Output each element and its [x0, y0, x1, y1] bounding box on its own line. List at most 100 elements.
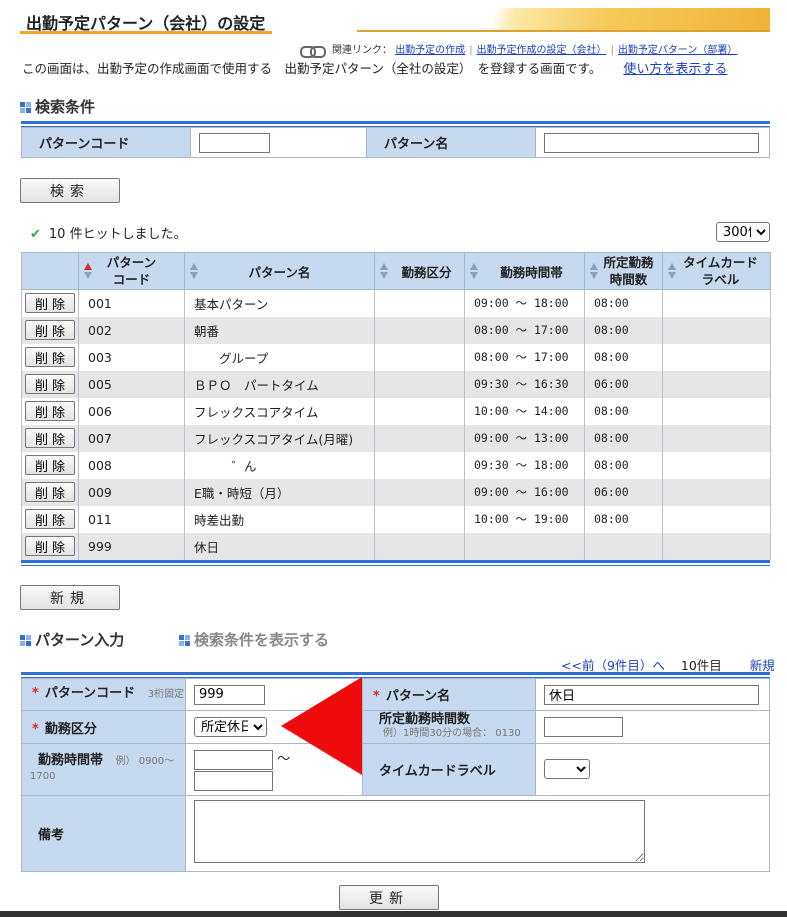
header-time[interactable]: 勤務時間帯 — [464, 252, 585, 290]
search-name-label: パターン名 — [366, 127, 536, 158]
delete-button[interactable]: 削除 — [25, 536, 75, 556]
row-name: フレックスコアタイム(月曜) — [184, 424, 375, 452]
delete-button[interactable]: 削除 — [25, 347, 75, 367]
entry-code-label-cell: * パターンコード 3桁固定 — [21, 678, 186, 711]
row-kubun — [374, 289, 465, 317]
delete-cell: 削除 — [21, 451, 79, 479]
entry-memo-label-cell: 備考 — [21, 794, 186, 872]
row-kubun — [374, 478, 465, 506]
delete-cell: 削除 — [21, 289, 79, 317]
search-button[interactable]: 検索 — [20, 178, 120, 203]
sort-icon — [190, 263, 198, 281]
delete-button[interactable]: 削除 — [25, 455, 75, 475]
page-size-select[interactable]: 300件 — [716, 222, 770, 242]
row-kubun — [374, 397, 465, 425]
row-name: フレックスコアタイム — [184, 397, 375, 425]
search-code-label: パターンコード — [21, 127, 191, 158]
show-search-link[interactable]: 検索条件を表示する — [179, 629, 329, 650]
related-links-label: 関連リンク： — [332, 45, 392, 56]
delete-button[interactable]: 削除 — [25, 509, 75, 529]
row-time — [464, 532, 585, 560]
entry-heading-text: パターン入力 — [35, 631, 125, 649]
delete-cell: 削除 — [21, 316, 79, 344]
pattern-name-input[interactable] — [544, 684, 759, 705]
search-name-input[interactable] — [544, 132, 759, 153]
delete-button[interactable]: 削除 — [25, 320, 75, 340]
entry-kubun-label-cell: * 勤務区分 — [21, 710, 186, 744]
row-name: E職・時短（月） — [184, 478, 375, 506]
row-time: 09:30 〜 18:00 — [464, 451, 585, 479]
required-mark: * — [373, 689, 380, 704]
pattern-code-input[interactable] — [194, 684, 265, 705]
row-code: 007 — [78, 424, 185, 452]
delete-cell: 削除 — [21, 424, 79, 452]
delete-button[interactable]: 削除 — [25, 482, 75, 502]
row-kubun — [374, 532, 465, 560]
header-code-line2: コード — [112, 272, 151, 287]
header-label-line2: ラベル — [701, 272, 740, 287]
row-name: 休日 — [184, 532, 375, 560]
link-schedule-pattern-dept[interactable]: 出勤予定パターン（部署） — [618, 45, 738, 56]
row-kubun — [374, 505, 465, 533]
table-row: 削除 003 グループ 08:00 〜 17:00 08:00 — [21, 343, 771, 371]
sort-icon — [84, 263, 92, 281]
row-name: 朝番 — [184, 316, 375, 344]
link-schedule-create[interactable]: 出勤予定の作成 — [395, 45, 465, 56]
link-icon — [300, 46, 326, 58]
show-search-text[interactable]: 検索条件を表示する — [194, 631, 329, 649]
entry-name-label-cell: * パターン名 — [362, 678, 536, 711]
page-title: 出勤予定パターン（会社）の設定 — [20, 8, 272, 34]
header-name-text: パターン名 — [248, 264, 311, 280]
row-time: 09:30 〜 16:30 — [464, 370, 585, 398]
time-to-input[interactable] — [194, 770, 273, 791]
hours-input[interactable] — [544, 717, 623, 737]
kubun-select[interactable]: 所定休日 — [194, 717, 267, 737]
header-code[interactable]: パターン コード — [78, 252, 185, 290]
header-name[interactable]: パターン名 — [184, 252, 375, 290]
row-code: 001 — [78, 289, 185, 317]
header-label-line1: タイムカード — [683, 255, 758, 270]
new-record-link[interactable]: 新規 — [750, 658, 775, 673]
memo-textarea[interactable] — [194, 799, 645, 863]
header-hours[interactable]: 所定勤務 時間数 — [584, 252, 663, 290]
help-link[interactable]: 使い方を表示する — [623, 62, 727, 77]
search-form: パターンコード パターン名 — [21, 127, 770, 158]
header-hours-line2: 時間数 — [609, 272, 648, 287]
link-schedule-settings-company[interactable]: 出勤予定作成の設定（会社） — [477, 45, 607, 56]
prev-record-link[interactable]: <<前（9件目）へ — [561, 658, 665, 673]
time-from-input[interactable] — [194, 749, 273, 770]
search-code-input[interactable] — [199, 132, 270, 153]
row-hours: 08:00 — [584, 289, 663, 317]
delete-cell: 削除 — [21, 478, 79, 506]
section-icon — [20, 102, 31, 113]
row-time: 09:00 〜 13:00 — [464, 424, 585, 452]
entry-timecard-cell — [535, 743, 770, 796]
delete-button[interactable]: 削除 — [25, 428, 75, 448]
row-hours: 06:00 — [584, 370, 663, 398]
row-time: 10:00 〜 19:00 — [464, 505, 585, 533]
update-button[interactable]: 更新 — [339, 885, 439, 910]
row-kubun — [374, 451, 465, 479]
row-kubun — [374, 370, 465, 398]
search-code-cell — [190, 127, 367, 158]
header-kubun[interactable]: 勤務区分 — [374, 252, 465, 290]
delete-button[interactable]: 削除 — [25, 401, 75, 421]
bottom-edge — [0, 911, 787, 917]
delete-cell: 削除 — [21, 505, 79, 533]
new-button[interactable]: 新規 — [20, 585, 120, 610]
header-hours-line1: 所定勤務 — [603, 255, 654, 270]
table-row: 削除 999 休日 — [21, 532, 771, 560]
entry-hours-label-cell: 所定勤務時間数 例）1時間30分の場合： 0130 — [362, 710, 536, 744]
header-code-line1: パターン — [106, 255, 157, 270]
table-row: 削除 007 フレックスコアタイム(月曜) 09:00 〜 13:00 08:0… — [21, 424, 771, 452]
timecard-label-select[interactable] — [544, 759, 590, 780]
entry-code-hint: 3桁固定 — [147, 689, 185, 700]
required-mark: * — [32, 686, 39, 701]
row-label — [662, 316, 771, 344]
section-icon — [20, 635, 31, 646]
entry-hours-hint: 例）1時間30分の場合： 0130 — [383, 728, 521, 739]
delete-button[interactable]: 削除 — [25, 374, 75, 394]
row-label — [662, 478, 771, 506]
header-timecard-label[interactable]: タイムカード ラベル — [662, 252, 771, 290]
delete-button[interactable]: 削除 — [25, 293, 75, 314]
